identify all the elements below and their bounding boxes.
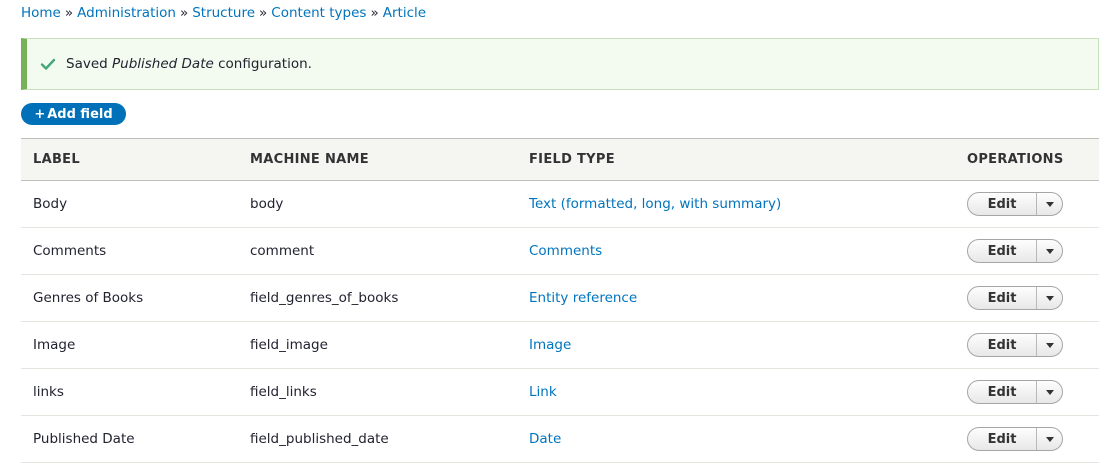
field-machine-name: field_image — [250, 337, 328, 353]
dropdown-toggle[interactable] — [1037, 287, 1062, 309]
add-field-label: Add field — [47, 106, 113, 122]
status-field-name: Published Date — [112, 56, 214, 72]
field-machine-name: field_published_date — [250, 431, 389, 447]
edit-button[interactable]: Edit — [968, 240, 1037, 262]
field-type-link[interactable]: Entity reference — [529, 290, 637, 306]
chevron-down-icon — [1045, 295, 1054, 301]
table-row: Published Date field_published_date Date… — [21, 416, 1099, 463]
edit-button[interactable]: Edit — [968, 428, 1037, 450]
operations-dropbutton: Edit — [967, 427, 1063, 451]
checkmark-icon — [40, 56, 56, 72]
operations-dropbutton: Edit — [967, 192, 1063, 216]
breadcrumb-structure[interactable]: Structure — [192, 5, 255, 21]
edit-button[interactable]: Edit — [968, 287, 1037, 309]
field-label: Genres of Books — [33, 290, 144, 306]
field-type-link[interactable]: Comments — [529, 243, 602, 259]
breadcrumb-content-types[interactable]: Content types — [271, 5, 366, 21]
table-row: Genres of Books field_genres_of_books En… — [21, 275, 1099, 322]
dropdown-toggle[interactable] — [1037, 193, 1062, 215]
chevron-down-icon — [1045, 389, 1054, 395]
status-message: Saved Published Date configuration. — [21, 38, 1099, 90]
field-machine-name: field_genres_of_books — [250, 290, 399, 306]
chevron-down-icon — [1045, 342, 1054, 348]
dropdown-toggle[interactable] — [1037, 334, 1062, 356]
breadcrumb-separator: » — [64, 5, 74, 21]
breadcrumb-administration[interactable]: Administration — [77, 5, 176, 21]
breadcrumb-separator: » — [179, 5, 189, 21]
edit-button[interactable]: Edit — [968, 193, 1037, 215]
dropdown-toggle[interactable] — [1037, 240, 1062, 262]
table-row: links field_links Link Edit — [21, 369, 1099, 416]
breadcrumb-home[interactable]: Home — [21, 5, 61, 21]
table-row: Comments comment Comments Edit — [21, 228, 1099, 275]
chevron-down-icon — [1045, 201, 1054, 207]
field-type-link[interactable]: Date — [529, 431, 561, 447]
breadcrumb-separator: » — [370, 5, 379, 21]
edit-button[interactable]: Edit — [968, 334, 1037, 356]
field-type-link[interactable]: Image — [529, 337, 571, 353]
table-row: Image field_image Image Edit — [21, 322, 1099, 369]
operations-dropbutton: Edit — [967, 239, 1063, 263]
field-machine-name: body — [250, 196, 284, 212]
field-label: links — [33, 384, 64, 400]
edit-button[interactable]: Edit — [968, 381, 1037, 403]
header-field-type: FIELD TYPE — [529, 152, 615, 167]
table-header-row: LABEL MACHINE NAME FIELD TYPE OPERATIONS — [21, 138, 1099, 181]
dropdown-toggle[interactable] — [1037, 381, 1062, 403]
table-row: Body body Text (formatted, long, with su… — [21, 181, 1099, 228]
header-operations: OPERATIONS — [967, 152, 1064, 167]
status-suffix: configuration. — [213, 56, 312, 72]
field-label: Body — [33, 196, 68, 212]
operations-dropbutton: Edit — [967, 286, 1063, 310]
breadcrumb-separator: » — [259, 5, 268, 21]
field-type-link[interactable]: Link — [529, 384, 557, 400]
field-label: Comments — [33, 243, 107, 259]
breadcrumb-article[interactable]: Article — [383, 5, 426, 21]
status-prefix: Saved — [66, 56, 112, 72]
chevron-down-icon — [1045, 248, 1054, 254]
field-type-link[interactable]: Text (formatted, long, with summary) — [529, 196, 781, 212]
field-label: Published Date — [33, 431, 135, 447]
add-field-button[interactable]: + Add field — [21, 103, 126, 125]
chevron-down-icon — [1045, 436, 1054, 442]
field-label: Image — [33, 337, 76, 353]
plus-icon: + — [34, 106, 46, 122]
fields-table: LABEL MACHINE NAME FIELD TYPE OPERATIONS… — [21, 138, 1099, 463]
breadcrumb: Home» Administration» Structure» Content ty… — [21, 4, 426, 22]
header-machine-name: MACHINE NAME — [250, 152, 369, 167]
operations-dropbutton: Edit — [967, 333, 1063, 357]
dropdown-toggle[interactable] — [1037, 428, 1062, 450]
operations-dropbutton: Edit — [967, 380, 1063, 404]
status-text: Saved Published Date configuration. — [66, 56, 312, 72]
field-machine-name: field_links — [250, 384, 317, 400]
header-label: LABEL — [33, 152, 80, 167]
field-machine-name: comment — [250, 243, 315, 259]
